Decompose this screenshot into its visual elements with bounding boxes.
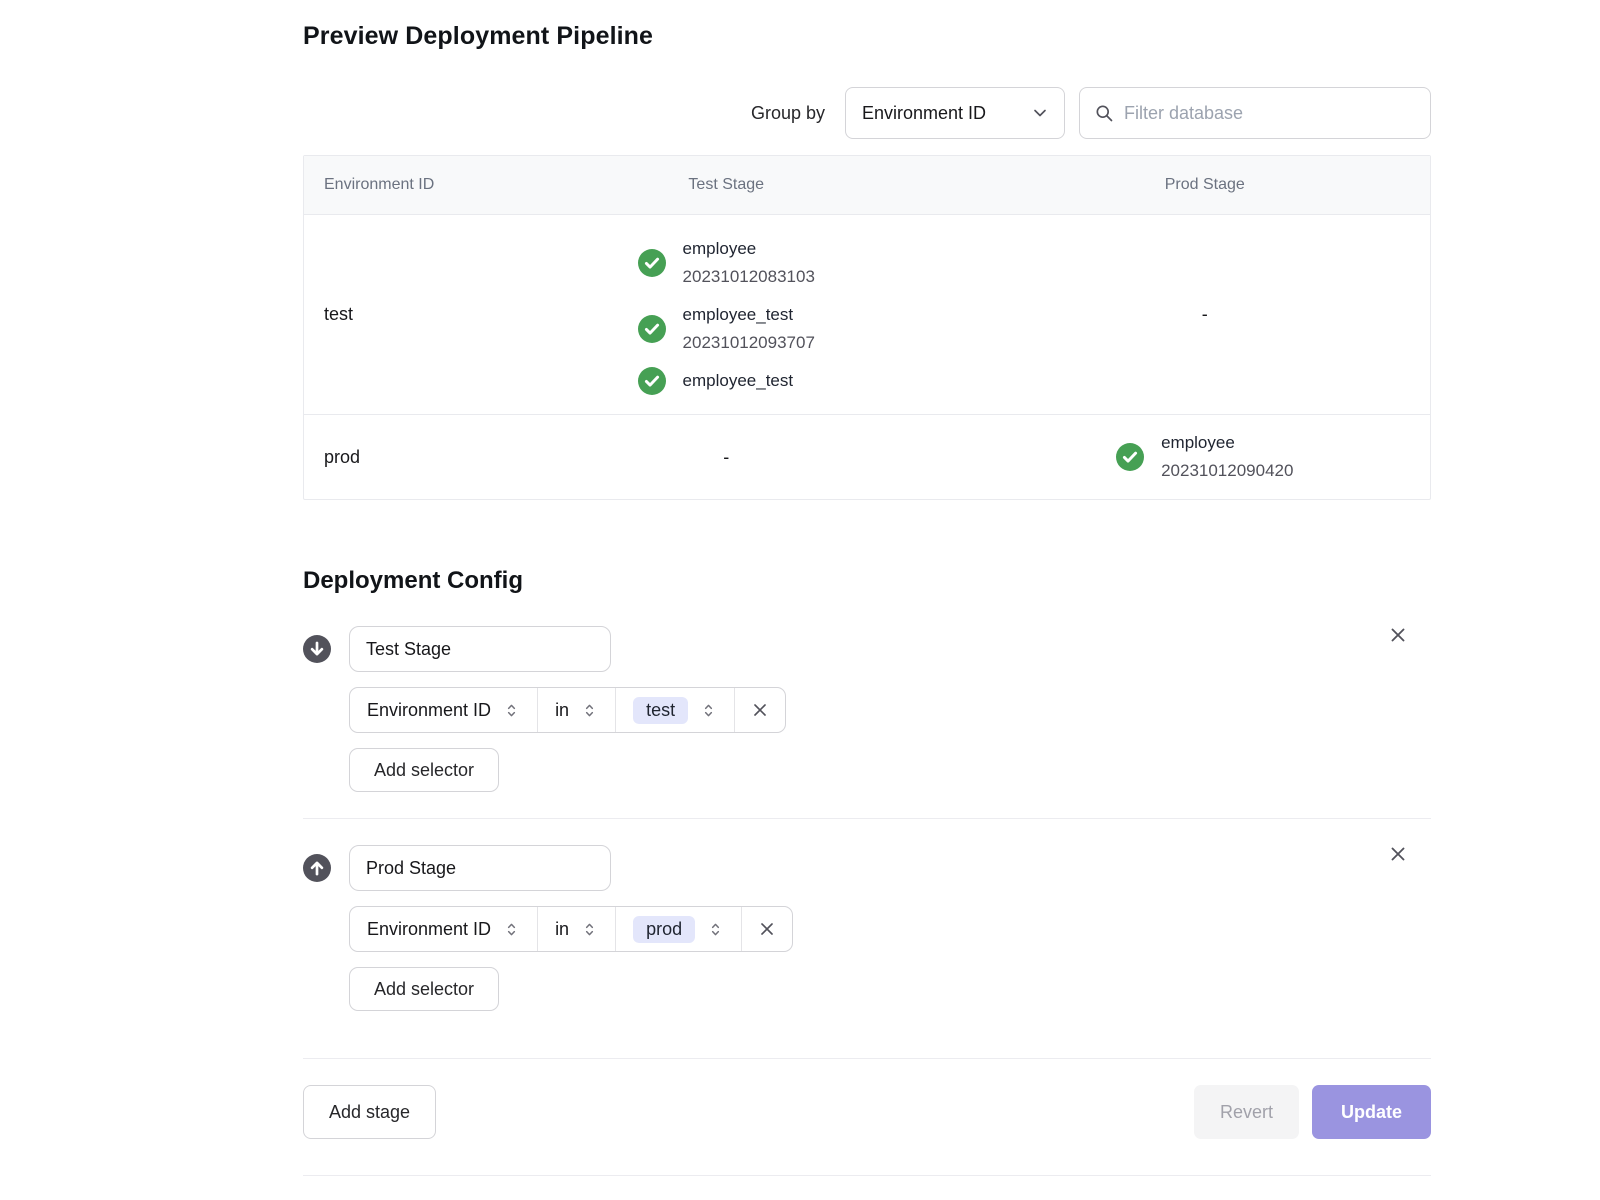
database-version: 20231012083103 bbox=[683, 263, 815, 291]
revert-button[interactable]: Revert bbox=[1194, 1085, 1299, 1139]
selector-operator-value: in bbox=[555, 919, 569, 940]
stage-config-prod: Environment ID in prod Add sel bbox=[303, 845, 1431, 1011]
stage-divider bbox=[303, 818, 1431, 819]
search-icon bbox=[1094, 103, 1114, 123]
database-version: 20231012093707 bbox=[683, 329, 815, 357]
add-selector-button[interactable]: Add selector bbox=[349, 748, 499, 792]
check-circle-icon bbox=[1116, 443, 1144, 471]
pipeline-preview-table: Environment ID Test Stage Prod Stage tes… bbox=[303, 155, 1431, 500]
chevrons-up-down-icon bbox=[707, 921, 724, 938]
remove-selector-button[interactable] bbox=[741, 907, 792, 951]
table-row-prod: prod - employee 20231012090420 bbox=[304, 414, 1430, 499]
database-deploy-item: employee_test 20231012093707 bbox=[638, 301, 815, 357]
group-by-select[interactable]: Environment ID bbox=[845, 87, 1065, 139]
deployment-config-title: Deployment Config bbox=[303, 567, 1431, 595]
database-deploy-item: employee 20231012083103 bbox=[638, 235, 815, 291]
chevrons-up-down-icon bbox=[581, 702, 598, 719]
selector-key-select[interactable]: Environment ID bbox=[350, 688, 537, 732]
column-header-environment-id: Environment ID bbox=[304, 176, 473, 194]
table-header: Environment ID Test Stage Prod Stage bbox=[304, 156, 1430, 215]
filter-database-input[interactable] bbox=[1124, 103, 1416, 124]
table-row-test: test employee 20231012083103 bbox=[304, 215, 1430, 414]
stage-name-row bbox=[303, 845, 1431, 891]
test-stage-cell: employee 20231012083103 employee_test 20… bbox=[473, 235, 980, 395]
update-button[interactable]: Update bbox=[1312, 1085, 1431, 1139]
chevrons-up-down-icon bbox=[581, 921, 598, 938]
selector-value-select[interactable]: test bbox=[615, 688, 734, 732]
stage-name-row bbox=[303, 626, 1431, 672]
filter-database-box bbox=[1079, 87, 1431, 139]
main-content: Preview Deployment Pipeline Group by Env… bbox=[303, 22, 1431, 1176]
group-by-selected-value: Environment ID bbox=[862, 103, 986, 124]
database-name: employee_test bbox=[683, 301, 815, 329]
database-name: employee_test bbox=[683, 367, 794, 395]
remove-selector-button[interactable] bbox=[734, 688, 785, 732]
page-title: Preview Deployment Pipeline bbox=[303, 22, 1431, 51]
footer-divider bbox=[303, 1058, 1431, 1059]
check-circle-icon bbox=[638, 249, 666, 277]
stage-name-input[interactable] bbox=[349, 845, 611, 891]
environment-name: prod bbox=[304, 447, 473, 468]
check-circle-icon bbox=[638, 367, 666, 395]
remove-stage-button[interactable] bbox=[1383, 839, 1413, 869]
prod-stage-cell: employee 20231012090420 bbox=[980, 429, 1430, 485]
database-version: 20231012090420 bbox=[1161, 457, 1293, 485]
selector-value-chip: prod bbox=[633, 916, 695, 943]
column-header-test-stage: Test Stage bbox=[473, 176, 980, 194]
selector-key-value: Environment ID bbox=[367, 700, 491, 721]
chevrons-up-down-icon bbox=[700, 702, 717, 719]
environment-name: test bbox=[304, 304, 473, 325]
selector-operator-value: in bbox=[555, 700, 569, 721]
selector-key-select[interactable]: Environment ID bbox=[350, 907, 537, 951]
test-stage-empty: - bbox=[473, 447, 980, 468]
selector-value-select[interactable]: prod bbox=[615, 907, 741, 951]
chevrons-up-down-icon bbox=[503, 702, 520, 719]
database-name: employee bbox=[683, 235, 815, 263]
group-by-label: Group by bbox=[751, 103, 825, 124]
label-selector: Environment ID in test bbox=[349, 687, 786, 733]
remove-stage-button[interactable] bbox=[1383, 620, 1413, 650]
chevron-down-icon bbox=[1030, 103, 1050, 123]
selector-value-chip: test bbox=[633, 697, 688, 724]
footer-actions-row: Add stage Revert Update bbox=[303, 1085, 1431, 1139]
arrow-down-circle-icon bbox=[303, 635, 331, 663]
chevrons-up-down-icon bbox=[503, 921, 520, 938]
add-selector-button[interactable]: Add selector bbox=[349, 967, 499, 1011]
bottom-divider bbox=[303, 1175, 1431, 1176]
add-stage-button[interactable]: Add stage bbox=[303, 1085, 436, 1139]
stage-config-test: Environment ID in test Add sel bbox=[303, 626, 1431, 792]
pipeline-toolbar: Group by Environment ID bbox=[303, 87, 1431, 139]
arrow-up-circle-icon bbox=[303, 854, 331, 882]
label-selector: Environment ID in prod bbox=[349, 906, 793, 952]
prod-stage-empty: - bbox=[980, 304, 1430, 325]
stage-name-input[interactable] bbox=[349, 626, 611, 672]
database-deploy-item: employee 20231012090420 bbox=[1116, 429, 1293, 485]
selector-operator-select[interactable]: in bbox=[537, 688, 615, 732]
check-circle-icon bbox=[638, 315, 666, 343]
database-name: employee bbox=[1161, 429, 1293, 457]
selector-operator-select[interactable]: in bbox=[537, 907, 615, 951]
column-header-prod-stage: Prod Stage bbox=[980, 176, 1430, 194]
selector-key-value: Environment ID bbox=[367, 919, 491, 940]
database-deploy-item: employee_test bbox=[638, 367, 794, 395]
